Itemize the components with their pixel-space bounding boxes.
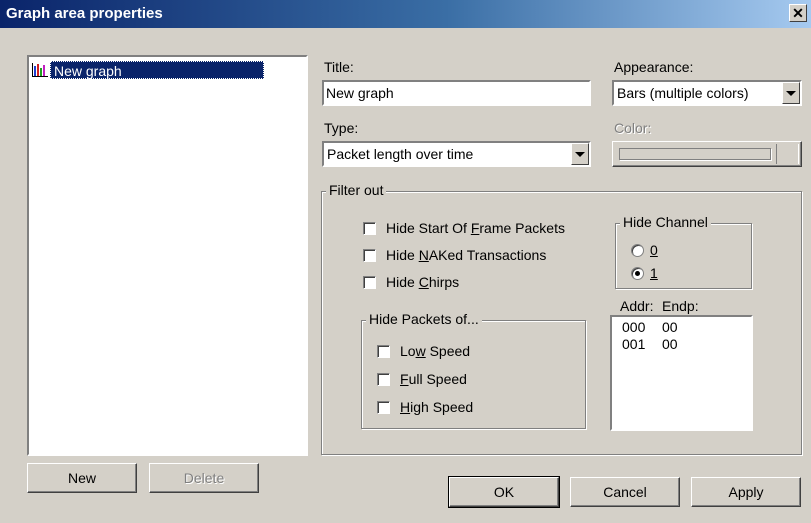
type-label: Type: [324, 120, 359, 136]
type-dropdown-button[interactable] [571, 143, 589, 165]
tree-item-label: New graph [50, 61, 264, 79]
checkbox-box[interactable] [377, 400, 390, 414]
low-speed-checkbox[interactable]: Low Speed [377, 343, 470, 359]
list-item-addr: 000 [622, 319, 646, 335]
appearance-dropdown-button[interactable] [782, 82, 800, 104]
low-speed-label: Low Speed [400, 343, 471, 359]
checkbox-box[interactable] [377, 372, 390, 386]
hide-naked-checkbox[interactable]: Hide NAKed Transactions [363, 247, 546, 263]
hide-packets-title: Hide Packets of... [366, 311, 482, 327]
channel-1-radio[interactable]: 1 [631, 265, 658, 281]
endpoint-list-header: Addr: Endp: [620, 298, 699, 314]
type-select[interactable]: Packet length over time [322, 141, 591, 167]
list-item[interactable]: 001 00 [622, 336, 751, 353]
checkbox-box[interactable] [363, 221, 376, 235]
hide-chirps-checkbox[interactable]: Hide Chirps [363, 274, 459, 290]
list-item-endp: 00 [662, 319, 678, 335]
hide-sof-checkbox[interactable]: Hide Start Of Frame Packets [363, 220, 565, 236]
list-item-endp: 00 [662, 336, 678, 352]
hide-channel-title: Hide Channel [620, 214, 711, 230]
type-select-value: Packet length over time [327, 146, 474, 162]
color-picker-button[interactable] [612, 141, 802, 167]
chevron-down-icon [575, 151, 585, 157]
delete-button-label: Delete [183, 470, 225, 486]
apply-button-label: Apply [728, 484, 764, 500]
filter-out-title: Filter out [326, 182, 387, 198]
chevron-down-icon [786, 90, 796, 96]
high-speed-label: High Speed [400, 399, 474, 415]
cancel-button-label: Cancel [603, 484, 647, 500]
appearance-select-value: Bars (multiple colors) [617, 85, 749, 101]
radio-button[interactable] [631, 243, 644, 257]
checkbox-box[interactable] [363, 275, 376, 289]
ok-button[interactable]: OK [448, 476, 560, 508]
bar-chart-icon [32, 63, 48, 77]
full-speed-checkbox[interactable]: Full Speed [377, 371, 467, 387]
appearance-label: Appearance: [614, 59, 694, 75]
color-picker-arrow [776, 144, 799, 164]
title-input[interactable] [324, 82, 589, 104]
tree-item-new-graph[interactable]: New graph [32, 60, 264, 80]
ok-button-label: OK [493, 484, 515, 500]
color-swatch [619, 148, 771, 160]
hide-chirps-label: Hide Chirps [386, 274, 460, 290]
cancel-button[interactable]: Cancel [570, 477, 680, 507]
channel-1-label: 1 [650, 265, 658, 281]
radio-button-selected[interactable] [631, 266, 644, 280]
title-field[interactable] [322, 80, 591, 106]
new-button-label: New [67, 470, 96, 486]
title-label: Title: [324, 59, 354, 75]
endpoint-list[interactable]: 000 00 001 00 [610, 315, 753, 431]
graph-tree[interactable]: New graph [27, 55, 308, 456]
close-button[interactable]: ✕ [789, 4, 807, 22]
checkbox-box[interactable] [363, 248, 376, 262]
addr-header: Addr: [620, 298, 654, 314]
hide-naked-label: Hide NAKed Transactions [386, 247, 547, 263]
checkbox-box[interactable] [377, 344, 390, 358]
delete-button[interactable]: Delete [149, 463, 259, 493]
channel-0-label: 0 [650, 242, 658, 258]
list-item-addr: 001 [622, 336, 646, 352]
endp-header: Endp: [662, 298, 699, 314]
full-speed-label: Full Speed [400, 371, 467, 387]
close-icon: ✕ [792, 5, 804, 21]
new-button[interactable]: New [27, 463, 137, 493]
channel-0-radio[interactable]: 0 [631, 242, 658, 258]
color-label: Color: [614, 120, 652, 136]
appearance-select[interactable]: Bars (multiple colors) [612, 80, 802, 106]
apply-button[interactable]: Apply [691, 477, 801, 507]
title-bar[interactable]: Graph area properties ✕ [0, 0, 811, 28]
window-title: Graph area properties [6, 5, 163, 22]
hide-sof-label: Hide Start Of Frame Packets [386, 220, 565, 236]
list-item[interactable]: 000 00 [622, 319, 751, 336]
high-speed-checkbox[interactable]: High Speed [377, 399, 473, 415]
